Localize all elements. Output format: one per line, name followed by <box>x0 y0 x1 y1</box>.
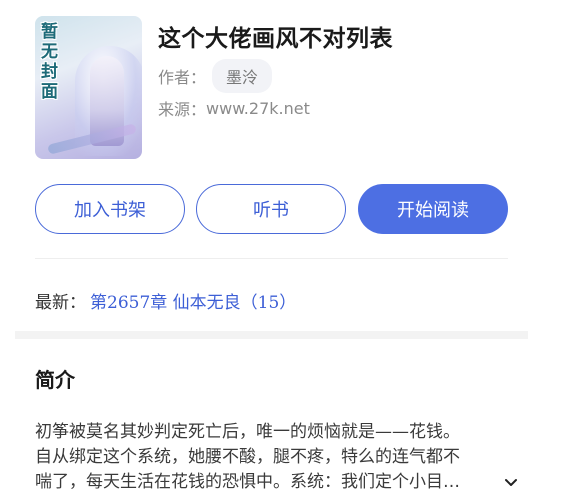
intro-heading: 简介 <box>35 368 75 392</box>
author-label: 作者： <box>158 68 207 87</box>
book-title: 这个大佬画风不对列表 <box>158 26 393 52</box>
source-row: 来源： www.27k.net <box>158 96 310 120</box>
intro-line: 初筝被莫名其妙判定死亡后，唯一的烦恼就是——花钱。 <box>35 422 460 442</box>
latest-label: 最新： <box>35 293 86 313</box>
cover-placeholder-text: 暂无封面 <box>41 22 58 102</box>
author-chip[interactable]: 墨泠 <box>212 59 273 93</box>
listen-button[interactable]: 听书 <box>196 184 346 234</box>
source-label: 来源： <box>158 100 207 119</box>
latest-chapter-row[interactable]: 最新： 第2657章 仙本无良（15） <box>35 288 296 313</box>
intro-text[interactable]: 初筝被莫名其妙判定死亡后，唯一的烦恼就是——花钱。 自从绑定这个系统，她腰不酸，… <box>35 420 515 495</box>
latest-chapter-link[interactable]: 第2657章 仙本无良（15） <box>90 288 296 313</box>
intro-line: 喘了，每天生活在花钱的恐惧中。系统：我们定个小目… <box>35 472 460 492</box>
intro-line: 自从绑定这个系统，她腰不酸，腿不疼，特么的连气都不 <box>35 447 460 467</box>
add-to-shelf-button[interactable]: 加入书架 <box>35 184 185 234</box>
chevron-down-icon[interactable] <box>504 476 518 492</box>
source-value: www.27k.net <box>206 98 310 118</box>
divider <box>35 258 508 259</box>
section-separator <box>15 331 528 339</box>
book-cover[interactable]: 暂无封面 <box>35 16 142 159</box>
author-row: 作者： 墨泠 <box>158 59 273 93</box>
start-reading-button[interactable]: 开始阅读 <box>358 184 508 234</box>
